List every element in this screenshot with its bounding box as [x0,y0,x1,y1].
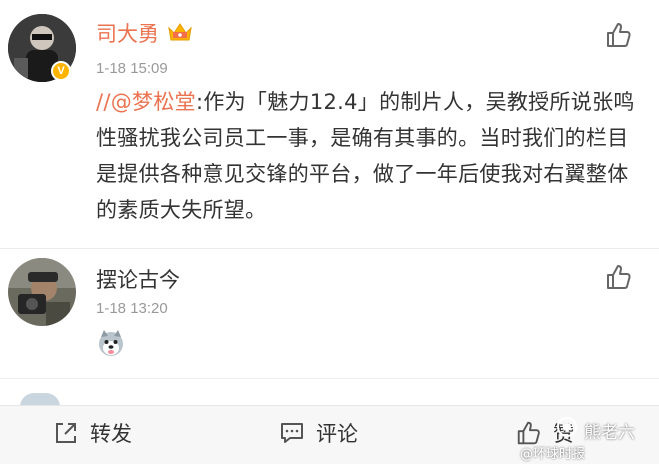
thumbs-up-icon [607,265,631,289]
comment-timestamp: 1-18 15:09 [96,60,168,77]
watermark-subtext: @环球时报 [520,447,586,462]
thumbs-up-icon [607,23,631,47]
like-button[interactable] [604,20,634,50]
watermark-text: 熊老六 [584,423,635,443]
repost-icon [56,423,76,443]
divider [0,248,659,249]
husky-emoji [96,328,126,358]
verified-badge: V [51,61,71,81]
avatar-comment2[interactable] [8,258,76,326]
comment-label: 评论 [316,422,358,446]
comment-button[interactable]: 评论 [278,418,358,448]
username[interactable]: 摆论古今 [96,264,180,294]
like-button[interactable] [604,262,634,292]
username[interactable]: 司大勇 [96,18,159,48]
crown-icon [166,20,194,44]
mention-link[interactable]: //@梦松堂 [96,90,196,114]
comment-timestamp: 1-18 13:20 [96,300,168,317]
repost-label: 转发 [90,422,132,446]
repost-button[interactable]: 转发 [52,418,132,448]
comment-content: //@梦松堂:作为「魅力12.4」的制片人，吴教授所说张鸣性骚扰我公司员工一事，… [96,84,646,228]
divider [0,378,659,379]
watermark-logo [556,416,578,438]
comment-icon [281,423,303,443]
